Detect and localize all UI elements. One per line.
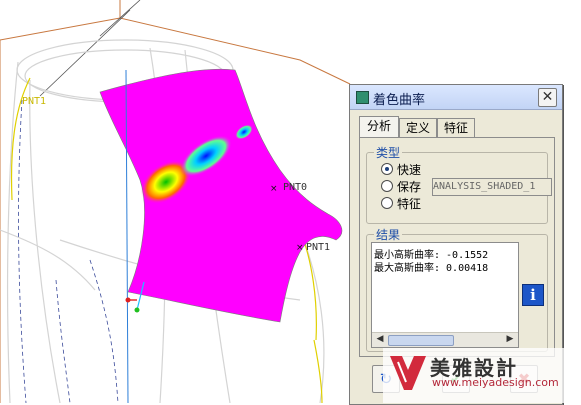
tab-analysis[interactable]: 分析 xyxy=(359,116,399,139)
axis-lines xyxy=(39,0,141,97)
radio-quick[interactable]: 快速 xyxy=(381,162,421,178)
results-textbox[interactable]: 最小高斯曲率: -0.1552 最大高斯曲率: 0.00418 ◀ ▶ xyxy=(371,242,519,348)
datum-point-pnt1-right[interactable]: PNT1 × xyxy=(296,242,330,253)
scroll-left-icon[interactable]: ◀ xyxy=(374,334,386,345)
result-line-max: 最大高斯曲率: 0.00418 xyxy=(374,263,489,274)
watermark-url: www.meiyadesign.com xyxy=(432,376,559,389)
results-horizontal-scrollbar[interactable]: ◀ ▶ xyxy=(372,332,518,347)
radio-save-label: 保存 xyxy=(397,180,422,194)
info-icon[interactable]: i xyxy=(522,284,544,306)
radio-feature-indicator[interactable] xyxy=(381,197,393,209)
tab-feature[interactable]: 特征 xyxy=(437,118,475,138)
results-group-legend: 结果 xyxy=(374,226,403,243)
dialog-title: 着色曲率 xyxy=(373,93,426,108)
datum-label: PNT1 xyxy=(306,242,330,253)
shaded-curvature-surface xyxy=(99,68,343,323)
datum-point-pnt0[interactable]: PNT0 × xyxy=(270,182,307,194)
radio-save[interactable]: 保存 xyxy=(381,179,421,195)
datum-marker: × xyxy=(296,243,304,253)
type-group-legend: 类型 xyxy=(374,144,403,161)
analysis-panel: 类型 快速 保存 特征 ANALYSIS_SHADED_1 结果 最小高斯曲率:… xyxy=(359,137,555,357)
seam-lines xyxy=(18,99,119,403)
dialog-titlebar[interactable]: 着色曲率 ✕ xyxy=(350,85,562,110)
scroll-right-icon[interactable]: ▶ xyxy=(504,334,516,345)
close-icon[interactable]: ✕ xyxy=(538,88,557,107)
radio-feature[interactable]: 特征 xyxy=(381,196,421,212)
dialog-app-icon xyxy=(356,91,369,104)
datum-marker: × xyxy=(270,184,278,194)
radio-save-indicator[interactable] xyxy=(381,180,393,192)
watermark-logo-icon xyxy=(390,356,426,390)
radio-quick-indicator[interactable] xyxy=(381,163,393,175)
datum-label: PNT0 xyxy=(283,182,307,193)
datum-point-pnt1-left[interactable]: PNT1 xyxy=(22,96,46,107)
scroll-thumb[interactable] xyxy=(388,335,454,346)
analysis-name-field[interactable]: ANALYSIS_SHADED_1 xyxy=(432,178,552,196)
radio-quick-label: 快速 xyxy=(397,163,422,177)
datum-label: PNT1 xyxy=(22,96,46,107)
tab-definition[interactable]: 定义 xyxy=(399,118,437,138)
radio-feature-label: 特征 xyxy=(397,197,422,211)
